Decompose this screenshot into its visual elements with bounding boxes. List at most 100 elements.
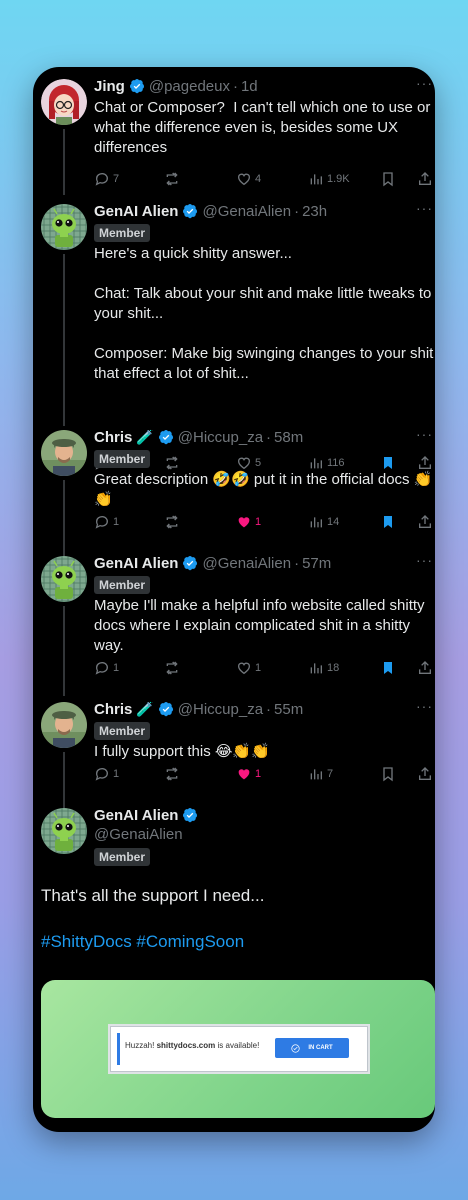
separator-dot: ·: [266, 428, 272, 446]
reply-count: 1: [113, 662, 120, 674]
views-button[interactable]: 14: [308, 514, 339, 530]
reply-icon: [95, 768, 108, 781]
view-count: 7: [327, 768, 334, 780]
bookmark-icon: [383, 172, 393, 187]
reply-icon: [95, 516, 108, 529]
tweet-text: Here's a quick shitty answer... Chat: Ta…: [94, 245, 434, 382]
analytics-icon: [310, 769, 322, 780]
timestamp[interactable]: 58m: [274, 429, 303, 446]
tweet-2[interactable]: GenAI Alien @GenaiAlien · 23h ··· Member…: [33, 200, 435, 426]
hashtags-link[interactable]: #ShittyDocs #ComingSoon: [41, 932, 244, 952]
views-button[interactable]: 18: [308, 660, 339, 676]
thread-line: [63, 129, 65, 195]
like-button[interactable]: 1: [236, 514, 261, 530]
views-button[interactable]: 7: [308, 766, 333, 782]
reply-button[interactable]: 1: [94, 766, 119, 782]
author-name[interactable]: Chris: [94, 429, 132, 446]
timestamp[interactable]: 55m: [274, 701, 303, 718]
action-bar: 7 4 1.9K: [94, 171, 435, 189]
avatar[interactable]: [41, 808, 87, 854]
separator-dot: ·: [266, 700, 272, 718]
retweet-icon: [166, 515, 178, 529]
author-handle[interactable]: @Hiccup_za: [178, 701, 263, 718]
separator-dot: ·: [294, 202, 300, 220]
retweet-button[interactable]: [164, 171, 180, 187]
timestamp[interactable]: 23h: [302, 203, 327, 220]
action-bar: 1 1 14: [94, 514, 435, 532]
author-handle[interactable]: @GenaiAlien: [94, 826, 435, 846]
author-name[interactable]: GenAI Alien: [94, 203, 178, 220]
views-button[interactable]: 1.9K: [308, 171, 350, 187]
author-handle[interactable]: @GenaiAlien: [202, 203, 291, 220]
view-count: 18: [327, 662, 340, 674]
bookmark-icon: [383, 767, 393, 782]
heart-icon: [238, 173, 250, 186]
more-options-icon[interactable]: ···: [416, 200, 433, 216]
more-options-icon[interactable]: ···: [416, 426, 433, 442]
author-name[interactable]: Jing: [94, 78, 125, 95]
verified-badge-icon: [158, 430, 173, 445]
availability-text: Huzzah! shittydocs.com is available!: [125, 1041, 260, 1050]
more-options-icon[interactable]: ···: [416, 698, 433, 714]
author-name[interactable]: GenAI Alien: [94, 807, 178, 824]
timestamp[interactable]: 1d: [241, 78, 258, 95]
retweet-button[interactable]: [164, 766, 180, 782]
tweet-1[interactable]: Jing @pagedeux · 1d ··· Chat or Composer…: [33, 75, 435, 195]
thread-line: [63, 254, 65, 426]
separator-dot: ·: [294, 554, 300, 572]
author-handle[interactable]: @GenaiAlien: [202, 555, 291, 572]
more-options-icon[interactable]: ···: [416, 552, 433, 568]
test-tube-emoji: 🧪: [136, 700, 154, 717]
member-badge: Member: [94, 224, 151, 242]
verified-badge-icon: [183, 808, 198, 823]
reply-count: 7: [113, 173, 120, 185]
author-handle[interactable]: @pagedeux: [149, 78, 230, 95]
author-name[interactable]: Chris: [94, 701, 132, 718]
reply-button[interactable]: 1: [94, 660, 119, 676]
heart-filled-icon: [238, 769, 250, 780]
view-count: 1.9K: [327, 173, 350, 185]
share-button[interactable]: [417, 514, 433, 530]
retweet-icon: [166, 767, 178, 781]
share-icon: [419, 661, 431, 674]
retweet-button[interactable]: [164, 660, 180, 676]
author-handle[interactable]: @Hiccup_za: [178, 429, 263, 446]
heart-icon: [238, 662, 250, 675]
reply-button[interactable]: 1: [94, 514, 119, 530]
bookmark-button[interactable]: [380, 766, 396, 782]
timestamp[interactable]: 57m: [302, 555, 331, 572]
thread-line: [63, 606, 65, 696]
avatar[interactable]: [41, 702, 87, 748]
tweet-text: Great description 🤣🤣 put it in the offic…: [94, 471, 433, 508]
bookmark-button[interactable]: [380, 660, 396, 676]
like-button[interactable]: 1: [236, 660, 261, 676]
avatar[interactable]: [41, 430, 87, 476]
avatar[interactable]: [41, 204, 87, 250]
share-button[interactable]: [417, 171, 433, 187]
retweet-button[interactable]: [164, 514, 180, 530]
verified-badge-icon: [183, 556, 198, 571]
reply-button[interactable]: 7: [94, 171, 119, 187]
like-button[interactable]: 4: [236, 171, 261, 187]
cart-label: IN CART: [308, 1045, 333, 1051]
bookmark-button[interactable]: [380, 514, 396, 530]
author-name[interactable]: GenAI Alien: [94, 555, 178, 572]
avatar[interactable]: [41, 556, 87, 602]
share-icon: [419, 172, 431, 185]
avatar[interactable]: [41, 79, 87, 125]
view-count: 14: [327, 516, 340, 528]
share-button[interactable]: [417, 660, 433, 676]
share-button[interactable]: [417, 766, 433, 782]
reply-icon: [95, 173, 108, 186]
separator-dot: ·: [232, 77, 238, 95]
media-image[interactable]: Huzzah! shittydocs.com is available! IN …: [41, 980, 435, 1118]
check-circle-icon: [291, 1043, 300, 1053]
like-button[interactable]: 1: [236, 766, 261, 782]
bookmark-button[interactable]: [380, 171, 396, 187]
analytics-icon: [310, 517, 322, 528]
domain-name: shittydocs.com: [156, 1041, 216, 1050]
more-options-icon[interactable]: ···: [416, 75, 433, 91]
tweet-text: That's all the support I need...: [41, 886, 265, 905]
member-badge: Member: [94, 722, 151, 740]
analytics-icon: [310, 663, 322, 674]
